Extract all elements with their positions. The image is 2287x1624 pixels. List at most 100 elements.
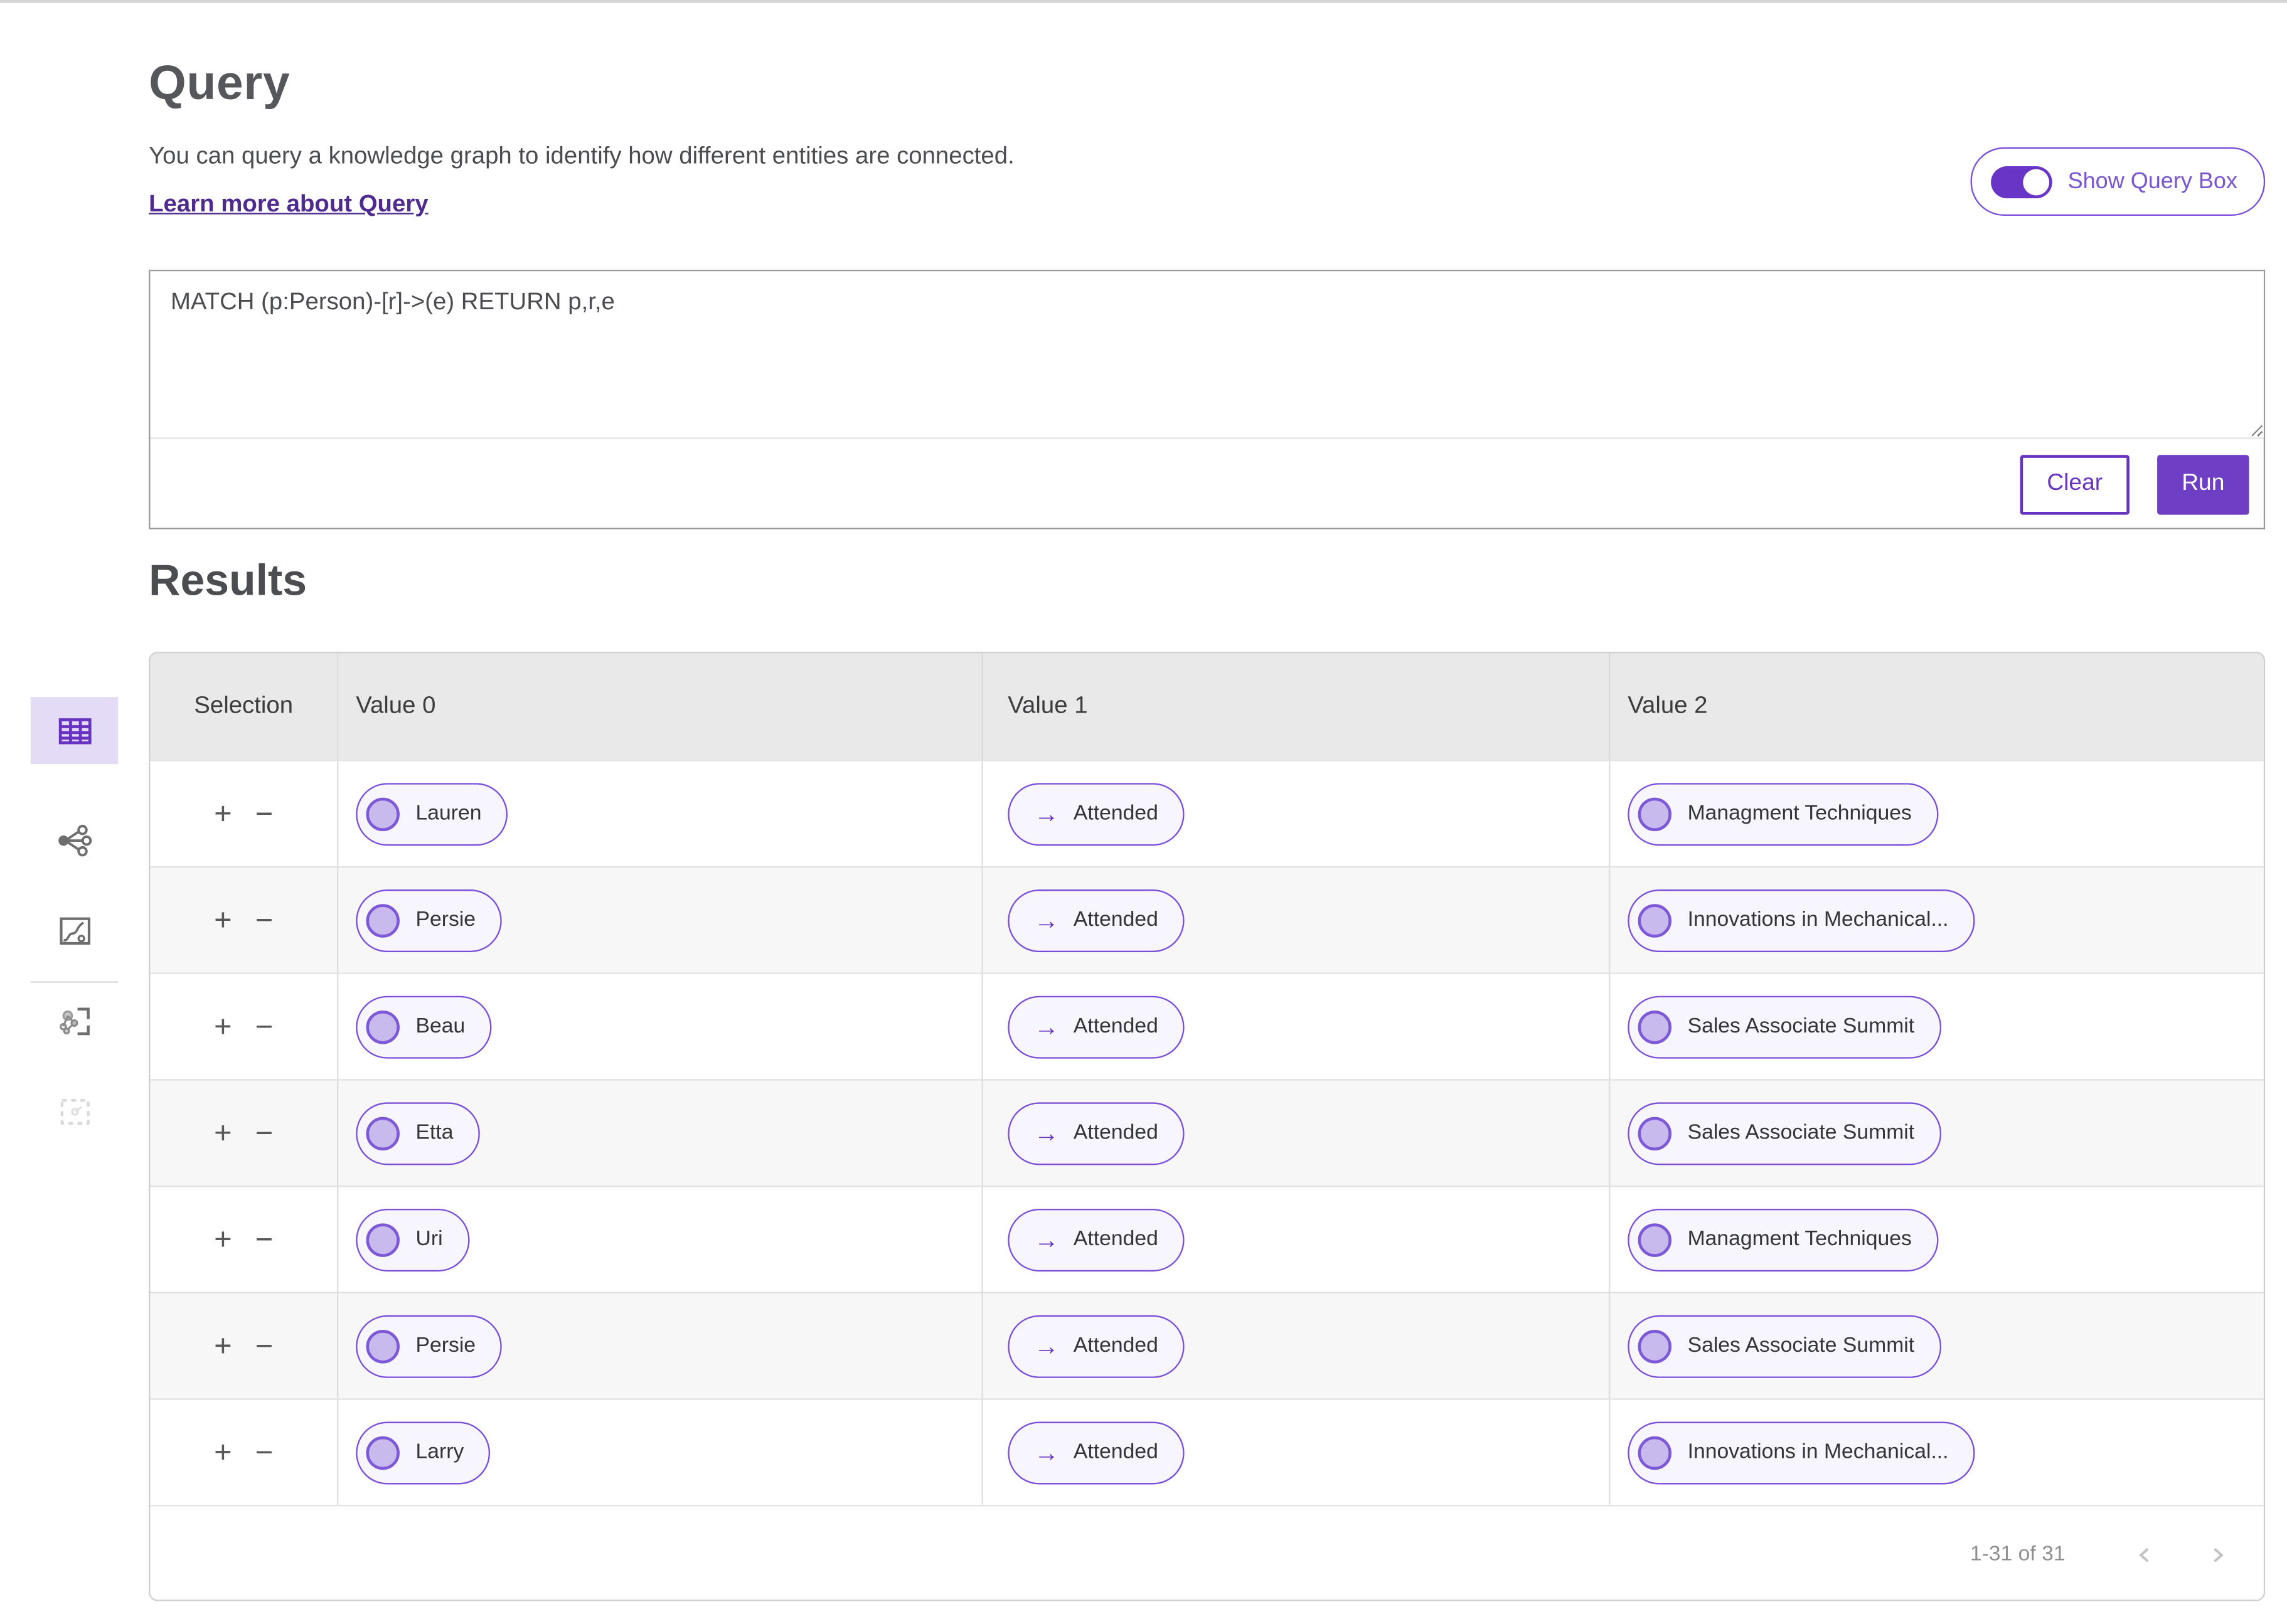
top-divider xyxy=(0,0,2287,3)
table-row: + − Persie →Attended Sales Associate Sum… xyxy=(150,1292,2263,1399)
entity-node-icon xyxy=(366,1223,399,1256)
relation-pill[interactable]: → Attended xyxy=(1008,782,1184,845)
relation-pill[interactable]: →Attended xyxy=(1008,995,1184,1058)
table-row: + − Larry →Attended Innovations in Mecha… xyxy=(150,1398,2263,1505)
row-add-button[interactable]: + xyxy=(214,799,232,829)
page-header: Query You can query a knowledge graph to… xyxy=(149,55,2265,218)
chevron-right-icon xyxy=(2206,1544,2228,1566)
run-button[interactable]: Run xyxy=(2157,454,2249,514)
query-input[interactable]: MATCH (p:Person)-[r]->(e) RETURN p,r,e xyxy=(150,271,2263,437)
arrow-right-icon: → xyxy=(1034,908,1059,933)
route-map-icon xyxy=(55,911,94,950)
clear-button[interactable]: Clear xyxy=(2020,454,2130,514)
sidebar-item-extra-view-disabled xyxy=(31,1078,118,1145)
entity-label: Sales Associate Summit xyxy=(1688,1334,1915,1357)
entity-pill[interactable]: Beau xyxy=(356,995,491,1058)
row-add-button[interactable]: + xyxy=(214,905,232,935)
show-query-box-toggle[interactable]: Show Query Box xyxy=(1970,147,2265,216)
dashed-box-icon xyxy=(55,1091,94,1131)
chevron-left-icon xyxy=(2133,1544,2155,1566)
entity-pill[interactable]: Lauren xyxy=(356,782,508,845)
row-remove-button[interactable]: − xyxy=(255,1224,274,1255)
table-header-row: Selection Value 0 Value 1 Value 2 xyxy=(150,653,2263,760)
entity-pill[interactable]: Sales Associate Summit xyxy=(1628,1315,1941,1377)
row-remove-button[interactable]: − xyxy=(255,799,274,829)
entity-pill[interactable]: Sales Associate Summit xyxy=(1628,995,1941,1058)
sidebar-item-network-view[interactable] xyxy=(31,807,118,874)
relation-label: Attended xyxy=(1074,802,1158,825)
entity-node-icon xyxy=(366,1116,399,1149)
entity-label: Uri xyxy=(416,1228,443,1251)
entity-pill[interactable]: Sales Associate Summit xyxy=(1628,1101,1941,1164)
results-table: Selection Value 0 Value 1 Value 2 + − La… xyxy=(149,652,2265,1601)
query-box: MATCH (p:Person)-[r]->(e) RETURN p,r,e C… xyxy=(149,270,2265,529)
sidebar-item-subgraph-view[interactable] xyxy=(31,987,118,1054)
row-remove-button[interactable]: − xyxy=(255,905,274,935)
row-add-button[interactable]: + xyxy=(214,1118,232,1149)
relation-pill[interactable]: →Attended xyxy=(1008,1208,1184,1271)
relation-label: Attended xyxy=(1074,1122,1158,1145)
column-header-value0: Value 0 xyxy=(338,653,983,760)
entity-label: Persie xyxy=(416,1334,476,1357)
entity-node-icon xyxy=(1638,1223,1671,1256)
entity-pill[interactable]: Uri xyxy=(356,1208,469,1271)
entity-pill[interactable]: Innovations in Mechanical... xyxy=(1628,1421,1975,1483)
results-title: Results xyxy=(149,557,307,607)
entity-pill[interactable]: Innovations in Mechanical... xyxy=(1628,889,1975,952)
previous-page-button[interactable] xyxy=(2130,1540,2158,1569)
row-remove-button[interactable]: − xyxy=(255,1330,274,1361)
entity-label: Managment Techniques xyxy=(1688,802,1912,825)
entity-pill[interactable]: Managment Techniques xyxy=(1628,1208,1938,1271)
page-title: Query xyxy=(149,55,2265,110)
toggle-label: Show Query Box xyxy=(2068,168,2237,194)
entity-node-icon xyxy=(1638,1329,1671,1362)
sidebar-item-table-view[interactable] xyxy=(31,697,118,764)
arrow-right-icon: → xyxy=(1034,801,1059,826)
entity-node-icon xyxy=(1638,1010,1671,1043)
column-header-value1: Value 1 xyxy=(983,653,1611,760)
table-row: + − Uri →Attended Managment Techniques xyxy=(150,1186,2263,1292)
row-add-button[interactable]: + xyxy=(214,1011,232,1042)
relation-pill[interactable]: →Attended xyxy=(1008,889,1184,952)
entity-pill[interactable]: Larry xyxy=(356,1421,490,1483)
page-description: You can query a knowledge graph to ident… xyxy=(149,143,2265,171)
table-icon xyxy=(55,711,94,750)
entity-pill[interactable]: Persie xyxy=(356,1315,502,1377)
network-graph-icon xyxy=(55,820,94,860)
arrow-right-icon: → xyxy=(1034,1120,1059,1145)
row-add-button[interactable]: + xyxy=(214,1437,232,1468)
entity-node-icon xyxy=(366,797,399,830)
table-row: + − Persie →Attended Innovations in Mech… xyxy=(150,866,2263,973)
entity-pill[interactable]: Persie xyxy=(356,889,502,952)
column-header-value2: Value 2 xyxy=(1610,653,2263,760)
entity-label: Sales Associate Summit xyxy=(1688,1015,1915,1038)
entity-label: Lauren xyxy=(416,802,482,825)
row-add-button[interactable]: + xyxy=(214,1224,232,1255)
learn-more-link[interactable]: Learn more about Query xyxy=(149,191,428,219)
entity-pill[interactable]: Etta xyxy=(356,1101,479,1164)
entity-node-icon xyxy=(366,1436,399,1469)
row-remove-button[interactable]: − xyxy=(255,1011,274,1042)
sidebar-item-path-view[interactable] xyxy=(31,897,118,964)
entity-node-icon xyxy=(366,903,399,937)
entity-label: Etta xyxy=(416,1122,454,1145)
relation-pill[interactable]: →Attended xyxy=(1008,1315,1184,1377)
entity-node-icon xyxy=(1638,903,1671,937)
entity-pill[interactable]: Managment Techniques xyxy=(1628,782,1938,845)
entity-label: Beau xyxy=(416,1015,466,1038)
entity-label: Innovations in Mechanical... xyxy=(1688,1441,1949,1464)
pagination-range-label: 1-31 of 31 xyxy=(1970,1542,2066,1566)
entity-label: Larry xyxy=(416,1441,464,1464)
relation-pill[interactable]: → Attended xyxy=(1008,1101,1184,1164)
relation-label: Attended xyxy=(1074,1334,1158,1357)
arrow-right-icon: → xyxy=(1034,1227,1059,1252)
row-remove-button[interactable]: − xyxy=(255,1437,274,1468)
relation-pill[interactable]: →Attended xyxy=(1008,1421,1184,1483)
entity-label: Sales Associate Summit xyxy=(1688,1122,1915,1145)
table-pagination: 1-31 of 31 xyxy=(150,1505,2263,1601)
table-row: + − Lauren → Attended Managment Technique… xyxy=(150,760,2263,866)
arrow-right-icon: → xyxy=(1034,1440,1059,1465)
row-add-button[interactable]: + xyxy=(214,1330,232,1361)
next-page-button[interactable] xyxy=(2202,1540,2231,1569)
row-remove-button[interactable]: − xyxy=(255,1118,274,1149)
